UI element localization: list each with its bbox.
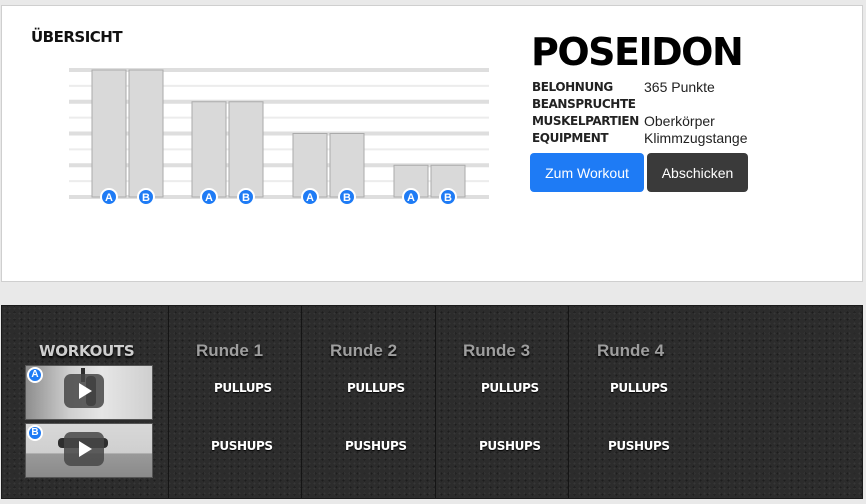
bar-b-3	[329, 133, 365, 198]
rounds-panel: WORKOUTS A B Runde 1 Runde 2 Runde 3 Run…	[1, 305, 863, 499]
bar-a-2	[191, 101, 227, 198]
series-badge-label: A	[205, 192, 213, 204]
series-badge-label: B	[242, 192, 250, 204]
video-thumbnail-b[interactable]: B	[25, 423, 153, 478]
exercise-b: PUSHUPS	[608, 439, 670, 453]
series-badge-label: B	[444, 192, 452, 204]
column-divider	[168, 306, 169, 498]
info-label: EQUIPMENT	[532, 131, 609, 145]
column-divider	[568, 306, 569, 498]
workout-title: POSEIDON	[531, 30, 744, 74]
badge-b: B	[27, 425, 43, 441]
submit-button[interactable]: Abschicken	[647, 153, 748, 192]
overview-bar-chart: ABABABAB	[69, 68, 489, 206]
exercise-b: PUSHUPS	[479, 439, 541, 453]
exercise-b: PUSHUPS	[211, 439, 273, 453]
round-4-heading: Runde 4	[597, 341, 665, 360]
play-icon[interactable]	[64, 374, 104, 408]
round-1-heading: Runde 1	[196, 341, 264, 360]
info-label: BEANSPRUCHTE	[532, 97, 636, 111]
exercise-a: PULLUPS	[610, 381, 668, 395]
exercise-a: PULLUPS	[214, 381, 272, 395]
info-value: Oberkörper	[644, 113, 715, 129]
series-badge-label: A	[105, 192, 113, 204]
series-badge-label: A	[407, 192, 415, 204]
bar-a-3	[292, 133, 328, 198]
exercise-b: PUSHUPS	[345, 439, 407, 453]
round-2-heading: Runde 2	[330, 341, 398, 360]
column-divider	[435, 306, 436, 498]
exercise-a: PULLUPS	[347, 381, 405, 395]
bar-b-1	[128, 69, 164, 198]
series-badge-label: B	[142, 192, 150, 204]
series-badge-label: B	[343, 192, 351, 204]
bar-a-1	[91, 69, 127, 198]
info-value: Klimmzugstange	[644, 130, 748, 146]
info-label: BELOHNUNG	[532, 80, 613, 94]
overview-panel: ÜBERSICHT ABABABAB POSEIDON BELOHNUNG 36…	[1, 5, 863, 282]
exercise-a: PULLUPS	[481, 381, 539, 395]
bar-b-2	[228, 101, 264, 198]
column-divider	[301, 306, 302, 498]
badge-a: A	[27, 367, 43, 383]
workouts-heading: WORKOUTS	[39, 342, 135, 360]
info-value: 365 Punkte	[644, 79, 715, 95]
go-to-workout-button[interactable]: Zum Workout	[530, 153, 644, 192]
series-badge-label: A	[306, 192, 314, 204]
play-icon[interactable]	[64, 432, 104, 466]
info-label: MUSKELPARTIEN	[532, 114, 639, 128]
video-thumbnail-a[interactable]: A	[25, 365, 153, 420]
round-3-heading: Runde 3	[463, 341, 531, 360]
